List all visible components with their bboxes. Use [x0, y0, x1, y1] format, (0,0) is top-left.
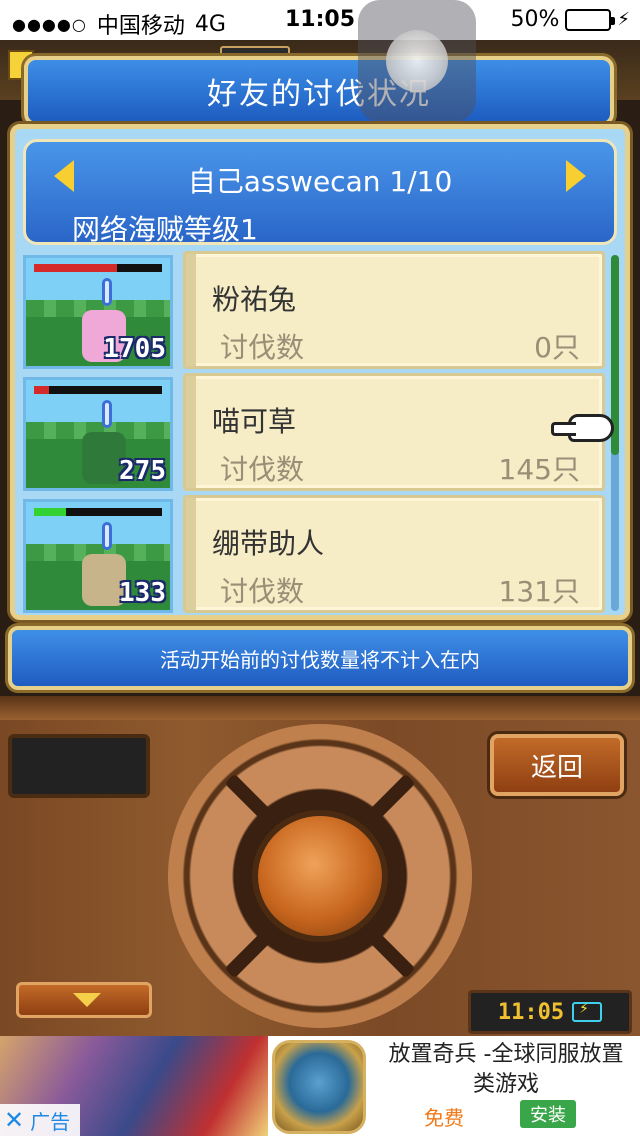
monster-info-card: 粉祐兔 讨伐数 0只	[183, 251, 605, 369]
pirate-level: 网络海贼等级1	[72, 213, 258, 246]
status-bar: ●●●●○ 中国移动 4G 11:05 50% ⚡	[0, 0, 640, 40]
portrait-count: 1705	[103, 334, 166, 364]
monster-name: 绷带助人	[212, 527, 325, 560]
monster-info-card: 喵可草 讨伐数 145只	[183, 373, 605, 491]
kill-count-label: 讨伐数	[220, 575, 305, 608]
charging-bolt-icon: ⚡	[617, 9, 630, 30]
dpad-center-button[interactable]	[252, 810, 388, 942]
ad-install-button[interactable]: 安装	[520, 1100, 576, 1128]
hp-fill	[34, 508, 66, 516]
hp-fill	[34, 386, 50, 394]
monster-list[interactable]: 1705 粉祐兔 讨伐数 0只 275 喵可草 讨伐数 145只 133 绷带助…	[23, 251, 605, 613]
status-right: 50% ⚡	[510, 7, 630, 32]
monster-portrait: 133	[23, 499, 173, 613]
kill-count-value: 131只	[498, 575, 580, 608]
kill-count-label: 讨伐数	[220, 331, 305, 364]
ad-title[interactable]: 放置奇兵 -全球同服放置类游戏	[378, 1040, 634, 1100]
friends-hunt-panel: 自己asswecan 1/10 网络海贼等级1 1705 粉祐兔 讨伐数 0只	[10, 124, 630, 620]
exclamation-icon	[102, 278, 112, 306]
console-clock-time: 11:05	[497, 999, 565, 1025]
next-arrow-icon[interactable]	[566, 160, 586, 192]
friend-header: 自己asswecan 1/10 网络海贼等级1	[23, 139, 617, 246]
portrait-count: 275	[119, 456, 166, 486]
list-item[interactable]: 275 喵可草 讨伐数 145只	[23, 373, 605, 491]
kill-count-label: 讨伐数	[220, 453, 305, 486]
hp-bar	[34, 386, 162, 394]
monster-portrait: 1705	[23, 255, 173, 369]
ad-label: 广告	[30, 1109, 71, 1134]
console-battery-icon	[572, 1001, 603, 1022]
notice-bar: 活动开始前的讨伐数量将不计入在内	[8, 626, 632, 690]
console-ridge	[0, 696, 640, 720]
exclamation-icon	[102, 400, 112, 428]
console-screen	[8, 734, 150, 798]
kill-count-value: 145只	[498, 453, 580, 486]
list-item[interactable]: 133 绷带助人 讨伐数 131只	[23, 495, 605, 613]
hand-pointer-icon	[551, 414, 614, 442]
hp-fill	[34, 264, 118, 272]
friend-name: 自己asswecan 1/10	[187, 165, 453, 198]
page-title: 好友的讨伐状况	[24, 56, 614, 126]
kill-count-value: 0只	[534, 331, 580, 364]
list-item[interactable]: 1705 粉祐兔 讨伐数 0只	[23, 251, 605, 369]
battery-percent: 50%	[510, 7, 560, 32]
back-button[interactable]: 返回	[490, 734, 624, 796]
console-clock: 11:05	[468, 990, 632, 1034]
monster-name: 粉祐兔	[212, 283, 297, 316]
battery-icon	[565, 8, 616, 31]
monster-info-card: 绷带助人 讨伐数 131只	[183, 495, 605, 613]
exclamation-icon	[102, 522, 112, 550]
monster-name: 喵可草	[212, 405, 297, 438]
ad-free-label: 免费	[424, 1106, 464, 1130]
ad-close-area[interactable]: ✕ 广告	[0, 1104, 80, 1136]
ad-app-icon[interactable]	[272, 1040, 366, 1134]
close-icon[interactable]: ✕	[4, 1106, 24, 1134]
down-button[interactable]	[16, 982, 152, 1018]
hp-bar	[34, 264, 162, 272]
monster-portrait: 275	[23, 377, 173, 491]
hp-bar	[34, 508, 162, 516]
assistive-touch-button[interactable]	[358, 0, 476, 122]
portrait-count: 133	[119, 578, 166, 608]
down-arrow-icon	[73, 993, 101, 1007]
